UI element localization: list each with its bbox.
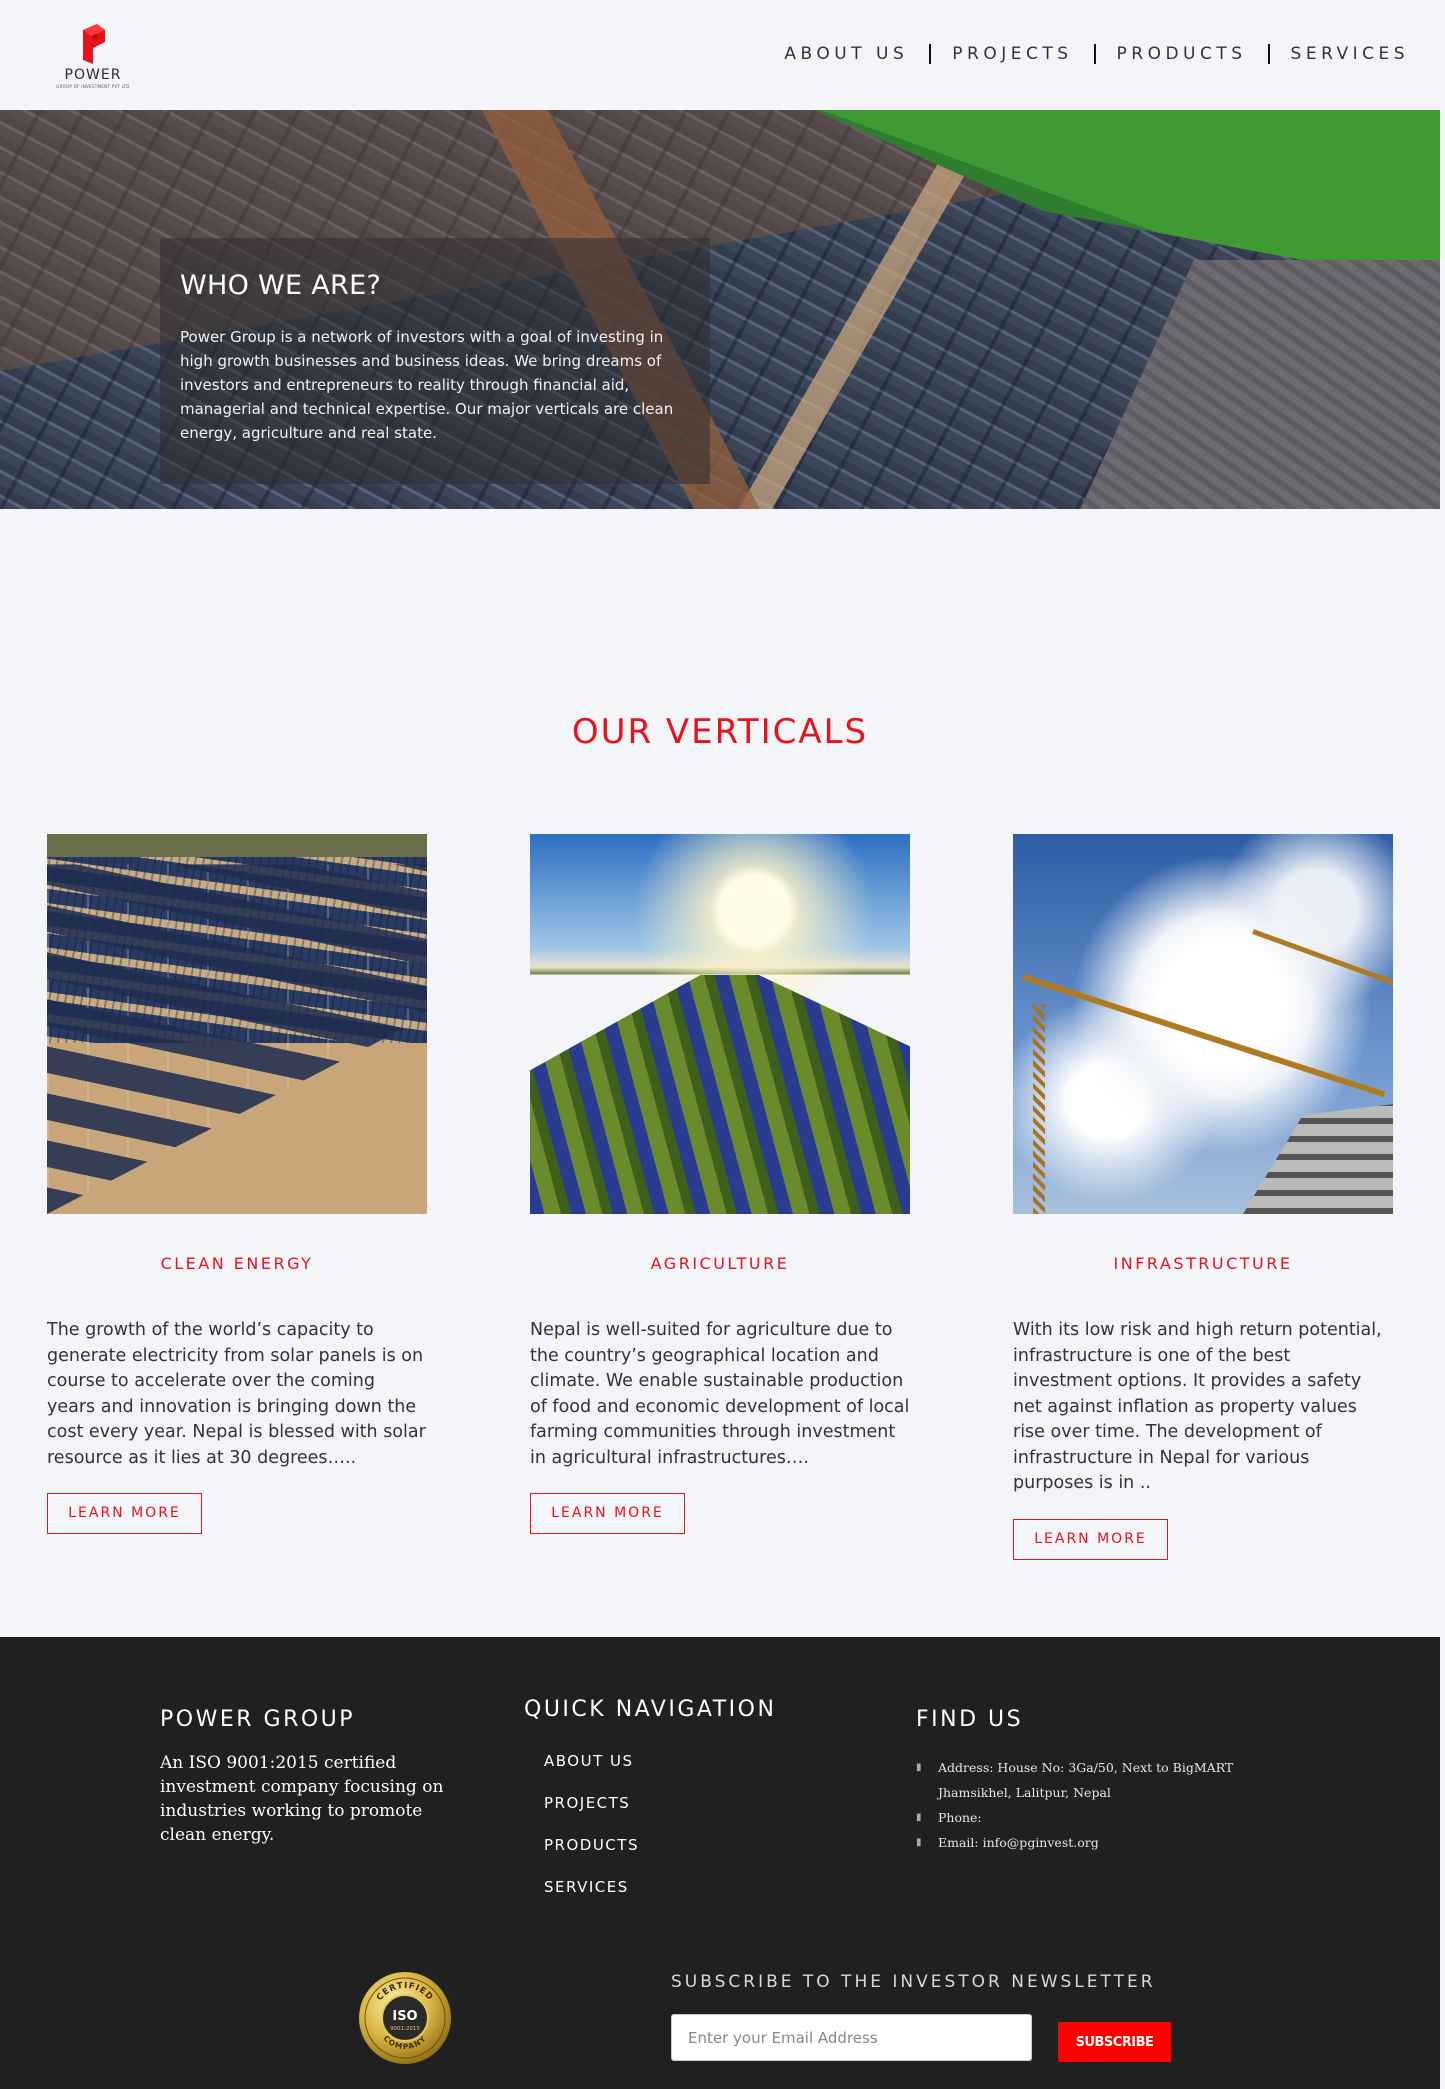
- footer-contact-list: ▮ Address: House No: 3Ga/50, Next to BigM…: [916, 1755, 1258, 1855]
- nav-about-us[interactable]: ABOUT US: [784, 44, 908, 64]
- newsletter-email-input[interactable]: [671, 2014, 1032, 2061]
- footer-about-text: An ISO 9001:2015 certified investment co…: [160, 1753, 444, 1845]
- nav-divider: [929, 44, 932, 64]
- subscribe-button[interactable]: SUBSCRIBE: [1058, 2022, 1171, 2062]
- nav-services[interactable]: SERVICES: [1291, 44, 1409, 64]
- hero-banner: WHO WE ARE? Power Group is a network of …: [0, 110, 1440, 509]
- vertical-card-clean-energy: CLEAN ENERGY The growth of the world’s c…: [47, 834, 427, 1534]
- list-item: ▮ Email: info@pginvest.org: [916, 1830, 1258, 1855]
- footer-link-products[interactable]: PRODUCTS: [544, 1836, 639, 1854]
- brand-logo[interactable]: POWER GROUP OF INVESTMENT PVT LTD: [52, 22, 134, 96]
- footer-find-us-title: FIND US: [916, 1707, 1024, 1732]
- list-item: PROJECTS: [544, 1793, 639, 1835]
- iso-badge-standard-text: 9001:2015: [390, 2026, 420, 2032]
- footer-about-title: POWER GROUP: [160, 1707, 356, 1732]
- vertical-card-infrastructure: INFRASTRUCTURE With its low risk and hig…: [1013, 834, 1393, 1560]
- agriculture-image: [530, 834, 910, 1214]
- power-logo-icon: [83, 24, 105, 64]
- list-item: ABOUT US: [544, 1751, 639, 1793]
- location-icon: ▮: [916, 1762, 922, 1773]
- vertical-description: With its low risk and high return potent…: [1013, 1320, 1382, 1493]
- email-text[interactable]: Email: info@pginvest.org: [938, 1830, 1258, 1855]
- brand-tagline: GROUP OF INVESTMENT PVT LTD: [56, 84, 130, 89]
- address-line-2: Jhamsikhel, Lalitpur, Nepal: [938, 1785, 1111, 1800]
- verticals-heading: OUR VERTICALS: [571, 712, 869, 752]
- phone-icon: ▮: [916, 1812, 922, 1823]
- list-item: ▮ Phone:: [916, 1805, 1258, 1830]
- site-header: POWER GROUP OF INVESTMENT PVT LTD ABOUT …: [0, 0, 1445, 110]
- vertical-description: Nepal is well-suited for agriculture due…: [530, 1320, 910, 1468]
- hero-text-box: WHO WE ARE? Power Group is a network of …: [160, 238, 710, 484]
- vertical-category: AGRICULTURE: [650, 1254, 790, 1273]
- vertical-card-agriculture: AGRICULTURE Nepal is well-suited for agr…: [530, 834, 910, 1534]
- list-item: ▮ Address: House No: 3Ga/50, Next to BigM…: [916, 1755, 1258, 1780]
- hero-description: Power Group is a network of investors wi…: [180, 328, 674, 442]
- learn-more-button[interactable]: LEARN MORE: [530, 1493, 685, 1534]
- iso-certified-badge: CERTIFIED COMPANY ISO 9001:2015: [358, 1971, 452, 2065]
- vertical-category: CLEAN ENERGY: [160, 1254, 314, 1273]
- email-icon: ▮: [916, 1837, 922, 1848]
- nav-divider: [1093, 44, 1096, 64]
- brand-name: POWER: [64, 67, 122, 83]
- nav-divider: [1267, 44, 1270, 64]
- vertical-category: INFRASTRUCTURE: [1113, 1254, 1293, 1273]
- address-line-1: Address: House No: 3Ga/50, Next to BigMA…: [938, 1760, 1234, 1775]
- hero-title: WHO WE ARE?: [180, 270, 382, 301]
- learn-more-button[interactable]: LEARN MORE: [47, 1493, 202, 1534]
- footer-quick-nav: ABOUT US PROJECTS PRODUCTS SERVICES: [544, 1751, 639, 1919]
- site-footer: POWER GROUP An ISO 9001:2015 certified i…: [0, 1637, 1440, 2089]
- list-item: Jhamsikhel, Lalitpur, Nepal: [916, 1780, 1258, 1805]
- footer-link-projects[interactable]: PROJECTS: [544, 1794, 630, 1812]
- nav-products[interactable]: PRODUCTS: [1117, 44, 1247, 64]
- iso-badge-center-text: ISO: [392, 2009, 417, 2024]
- list-item: SERVICES: [544, 1877, 639, 1919]
- nav-projects[interactable]: PROJECTS: [952, 44, 1072, 64]
- learn-more-button[interactable]: LEARN MORE: [1013, 1518, 1168, 1560]
- main-nav: ABOUT US PROJECTS PRODUCTS SERVICES: [784, 44, 1409, 64]
- phone-text: Phone:: [938, 1810, 982, 1825]
- list-item: PRODUCTS: [544, 1835, 639, 1877]
- iso-badge-icon: CERTIFIED COMPANY ISO 9001:2015: [359, 1972, 451, 2064]
- infrastructure-image: [1013, 834, 1393, 1214]
- footer-quick-nav-title: QUICK NAVIGATION: [524, 1697, 777, 1722]
- footer-link-services[interactable]: SERVICES: [544, 1878, 629, 1896]
- footer-link-about-us[interactable]: ABOUT US: [544, 1752, 634, 1770]
- clean-energy-image: [47, 834, 427, 1214]
- newsletter-title: SUBSCRIBE TO THE INVESTOR NEWSLETTER: [671, 1972, 1156, 1992]
- vertical-description: The growth of the world’s capacity to ge…: [47, 1320, 426, 1468]
